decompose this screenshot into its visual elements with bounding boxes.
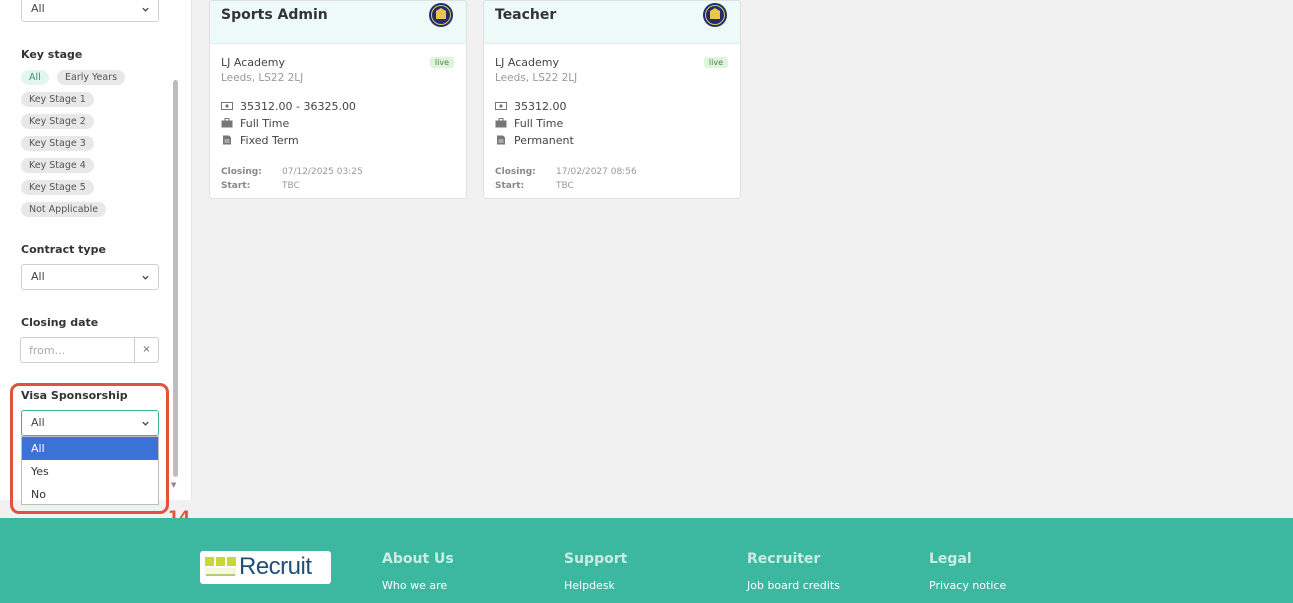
document-icon xyxy=(223,135,231,145)
job-title: Sports Admin xyxy=(221,7,328,23)
footer-heading-legal: Legal xyxy=(929,551,972,567)
brand-wordmark: Recruit xyxy=(239,553,312,580)
key-stage-chip-ks4[interactable]: Key Stage 4 xyxy=(21,158,94,173)
key-stage-chip-not-applicable[interactable]: Not Applicable xyxy=(21,202,107,217)
job-contract: Permanent xyxy=(514,134,574,147)
clear-date-button[interactable]: × xyxy=(134,338,158,362)
money-icon xyxy=(495,102,507,110)
job-hours: Full Time xyxy=(514,117,564,130)
closing-label: Closing: xyxy=(221,167,262,177)
footer-heading-support: Support xyxy=(564,551,628,567)
footer-heading-about: About Us xyxy=(382,551,454,567)
start-value: TBC xyxy=(282,181,300,191)
job-location: Leeds, LS22 2LJ xyxy=(495,72,578,84)
top-filter-select[interactable]: All xyxy=(21,0,159,22)
top-filter-select-value: All xyxy=(31,2,45,15)
job-contract-row: Permanent xyxy=(495,134,574,147)
contract-type-title: Contract type xyxy=(21,243,106,256)
job-organisation: LJ Academy xyxy=(221,56,285,69)
start-label: Start: xyxy=(495,181,525,191)
sidebar-scrollbar[interactable] xyxy=(173,80,178,477)
footer-column-legal: Legal Privacy notice xyxy=(929,551,1006,592)
footer-column-about: About Us Who we are xyxy=(382,551,454,592)
key-stage-chip-early-years[interactable]: Early Years xyxy=(57,70,126,85)
footer-heading-recruiter: Recruiter xyxy=(747,551,821,567)
key-stage-chip-all[interactable]: All xyxy=(21,70,49,85)
scroll-down-arrow-icon[interactable]: ▼ xyxy=(171,481,176,489)
job-card-header: Sports Admin xyxy=(210,1,466,44)
job-salary: 35312.00 - 36325.00 xyxy=(240,100,356,113)
briefcase-icon xyxy=(495,118,507,128)
footer-link-job-board-credits[interactable]: Job board credits xyxy=(747,579,840,592)
key-stage-chip-ks1[interactable]: Key Stage 1 xyxy=(21,92,94,107)
status-badge: live xyxy=(429,57,454,68)
footer-column-support: Support Helpdesk xyxy=(564,551,627,592)
footer-link-helpdesk[interactable]: Helpdesk xyxy=(564,579,627,592)
footer-link-who-we-are[interactable]: Who we are xyxy=(382,579,454,592)
job-organisation: LJ Academy xyxy=(495,56,559,69)
money-icon xyxy=(221,102,233,110)
footer-link-privacy-notice[interactable]: Privacy notice xyxy=(929,579,1006,592)
document-icon xyxy=(497,135,505,145)
job-card-header: Teacher xyxy=(484,1,740,44)
job-salary: 35312.00 xyxy=(514,100,567,113)
chevron-down-icon xyxy=(142,7,149,12)
job-hours-row: Full Time xyxy=(221,117,289,130)
job-salary-row: 35312.00 - 36325.00 xyxy=(221,100,356,113)
job-hours: Full Time xyxy=(240,117,290,130)
key-stage-chip-ks5[interactable]: Key Stage 5 xyxy=(21,180,94,195)
footer-column-recruiter: Recruiter Job board credits xyxy=(747,551,840,592)
job-hours-row: Full Time xyxy=(495,117,563,130)
closing-value: 07/12/2025 03:25 xyxy=(282,167,363,177)
sam-people-recruit-logo[interactable]: Recruit xyxy=(200,551,331,584)
closing-label: Closing: xyxy=(495,167,536,177)
job-contract: Fixed Term xyxy=(240,134,299,147)
school-crest-icon xyxy=(703,3,727,27)
closing-date-placeholder: from... xyxy=(29,344,66,357)
job-location: Leeds, LS22 2LJ xyxy=(221,72,304,84)
school-crest-icon xyxy=(429,3,453,27)
briefcase-icon xyxy=(221,118,233,128)
annotation-highlight-box xyxy=(10,383,169,514)
closing-value: 17/02/2027 08:56 xyxy=(556,167,637,177)
closing-date-title: Closing date xyxy=(21,316,99,329)
closing-date-field[interactable]: from... × xyxy=(20,337,159,363)
key-stage-chip-ks2[interactable]: Key Stage 2 xyxy=(21,114,94,129)
chevron-down-icon xyxy=(142,275,149,280)
key-stage-chip-ks3[interactable]: Key Stage 3 xyxy=(21,136,94,151)
contract-type-select[interactable]: All xyxy=(21,264,159,290)
site-footer: Recruit About Us Who we are Support Help… xyxy=(0,518,1293,603)
contract-type-value: All xyxy=(31,270,45,283)
sam-people-logo-mark xyxy=(205,557,236,576)
job-card[interactable]: Teacher LJ Academy Leeds, LS22 2LJ live … xyxy=(483,0,741,199)
job-contract-row: Fixed Term xyxy=(221,134,299,147)
start-value: TBC xyxy=(556,181,574,191)
start-label: Start: xyxy=(221,181,251,191)
job-card[interactable]: Sports Admin LJ Academy Leeds, LS22 2LJ … xyxy=(209,0,467,199)
status-badge: live xyxy=(703,57,728,68)
job-title: Teacher xyxy=(495,7,557,23)
job-salary-row: 35312.00 xyxy=(495,100,567,113)
key-stage-title: Key stage xyxy=(21,48,83,61)
